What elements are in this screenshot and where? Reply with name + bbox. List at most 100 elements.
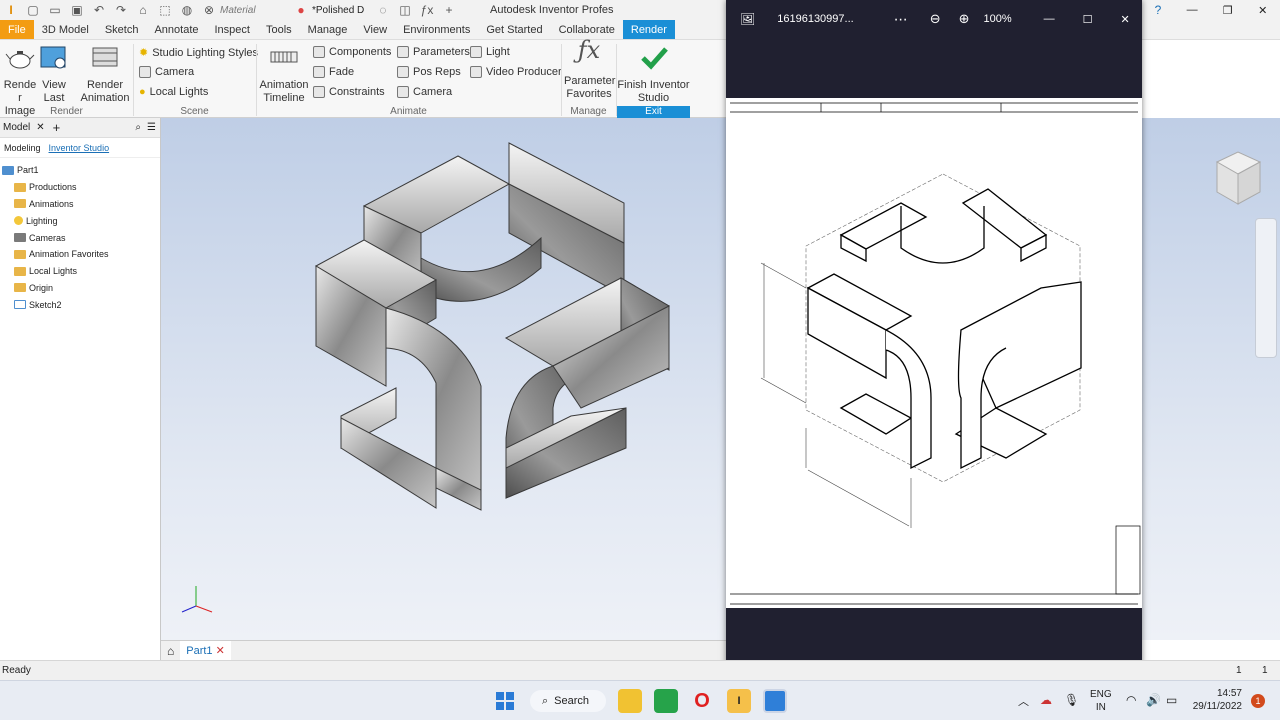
restore-icon[interactable]: ❐ xyxy=(1223,4,1233,17)
cube-model-render[interactable] xyxy=(161,118,727,640)
navigation-bar[interactable] xyxy=(1255,218,1277,358)
tab-inventor-studio[interactable]: Inventor Studio xyxy=(49,143,110,153)
more-icon[interactable]: ⋯ xyxy=(894,11,908,28)
light-button[interactable]: Light xyxy=(470,46,510,58)
wifi-icon[interactable]: ◠ xyxy=(1126,693,1136,707)
photos-taskbar-button[interactable] xyxy=(763,689,787,713)
tree-node-lighting[interactable]: Lighting xyxy=(0,212,160,229)
cloud-icon[interactable]: ☁ xyxy=(1040,693,1052,707)
panel-label-manage: Manage xyxy=(570,106,607,117)
inventor-taskbar-button[interactable]: I xyxy=(727,689,751,713)
status-text: Ready xyxy=(2,665,31,676)
tree-node-label: Part1 xyxy=(17,165,39,176)
tab-3d-model[interactable]: 3D Model xyxy=(34,20,97,39)
constraints-icon xyxy=(313,86,325,98)
tab-manage[interactable]: Manage xyxy=(300,20,356,39)
volume-icon[interactable]: 🔊 xyxy=(1146,693,1161,707)
add-icon[interactable]: + xyxy=(441,3,457,17)
tree-node-sketch2[interactable]: Sketch2 xyxy=(0,296,160,313)
home-icon[interactable]: ⌂ xyxy=(135,3,151,17)
menu-icon[interactable]: ☰ xyxy=(147,122,156,133)
search-button[interactable]: ⌕ Search xyxy=(530,690,606,712)
view-last-button[interactable]: View Last xyxy=(39,44,69,105)
language-indicator[interactable]: ENG IN xyxy=(1090,688,1112,714)
chevron-up-icon[interactable]: ︿ xyxy=(1018,693,1029,709)
save-icon[interactable]: ▣ xyxy=(69,3,85,17)
camera-animate-button[interactable]: Camera xyxy=(397,86,452,98)
close-icon[interactable]: ✕ xyxy=(1258,4,1267,17)
fade-button[interactable]: Fade xyxy=(313,66,354,78)
appearance-dropdown[interactable]: *Polished D xyxy=(312,5,372,16)
maximize-icon[interactable]: ☐ xyxy=(1083,13,1093,26)
zoom-out-icon[interactable]: ⊖ xyxy=(930,11,941,27)
video-producer-button[interactable]: Video Producer xyxy=(470,66,562,78)
undo-icon[interactable]: ↶ xyxy=(91,3,107,17)
tab-tools[interactable]: Tools xyxy=(258,20,300,39)
tab-view[interactable]: View xyxy=(355,20,395,39)
parameters-button[interactable]: Parameters xyxy=(397,46,470,58)
render-animation-button[interactable]: Render Animation xyxy=(80,44,130,105)
material-dropdown[interactable]: Material xyxy=(220,5,290,16)
parameter-favorites-button[interactable]: ƒx Parameter Favorites xyxy=(564,38,615,101)
adjust-icon[interactable]: ◫ xyxy=(397,3,413,17)
tab-file[interactable]: File xyxy=(0,20,34,39)
search-icon[interactable]: ⌕ xyxy=(135,122,141,133)
select-icon[interactable]: ⬚ xyxy=(157,3,173,17)
camera-button[interactable]: Camera xyxy=(139,66,194,78)
camtasia-button[interactable] xyxy=(654,689,678,713)
tree-node-animations[interactable]: Animations xyxy=(0,196,160,213)
start-button[interactable] xyxy=(493,689,517,713)
local-lights-button[interactable]: ● Local Lights xyxy=(139,86,208,98)
bulb-icon xyxy=(14,216,23,226)
3d-viewport[interactable] xyxy=(161,118,727,640)
new-file-icon[interactable]: ▢ xyxy=(25,3,41,17)
tab-sketch[interactable]: Sketch xyxy=(97,20,147,39)
microphone-icon[interactable]: 🎙 xyxy=(1064,693,1079,707)
doc-tab-part1[interactable]: Part1 ✕ xyxy=(180,640,231,661)
viewport-right[interactable] xyxy=(1142,118,1280,640)
tab-inspect[interactable]: Inspect xyxy=(207,20,258,39)
settings-icon[interactable]: ⊗ xyxy=(201,3,217,17)
tab-get-started[interactable]: Get Started xyxy=(478,20,550,39)
file-name: 16196130997... xyxy=(777,13,854,25)
home-icon[interactable]: ⌂ xyxy=(161,644,180,658)
fx-icon[interactable]: ƒx xyxy=(419,3,435,17)
tree-node-origin[interactable]: Origin xyxy=(0,280,160,297)
animation-timeline-button[interactable]: Animation Timeline xyxy=(259,44,309,105)
tree-node-local-lights[interactable]: Local Lights xyxy=(0,263,160,280)
close-icon[interactable]: ✕ xyxy=(216,645,225,657)
tab-modeling[interactable]: Modeling xyxy=(4,143,41,153)
zoom-in-icon[interactable]: ⊕ xyxy=(959,11,970,27)
pos-reps-button[interactable]: Pos Reps xyxy=(397,66,461,78)
help-icon[interactable]: ? xyxy=(1155,3,1162,17)
tree-node-productions[interactable]: Productions xyxy=(0,179,160,196)
tree-node-cameras[interactable]: Cameras xyxy=(0,229,160,246)
constraints-button[interactable]: Constraints xyxy=(313,86,385,98)
tree-node-part1[interactable]: Part1 xyxy=(0,162,160,179)
teapot-icon xyxy=(5,51,35,69)
clock[interactable]: 14:57 29/11/2022 xyxy=(1186,687,1242,713)
notification-badge[interactable]: 1 xyxy=(1251,694,1265,708)
minimize-icon[interactable]: — xyxy=(1044,13,1055,25)
clear-appearance-icon[interactable]: ◌ xyxy=(375,3,391,17)
tab-render[interactable]: Render xyxy=(622,20,675,39)
components-button[interactable]: Components xyxy=(313,46,391,58)
studio-lighting-styles-button[interactable]: ✹ Studio Lighting Styles xyxy=(139,46,258,60)
tree-node-animation-favorites[interactable]: Animation Favorites xyxy=(0,246,160,263)
open-folder-icon[interactable]: ▭ xyxy=(47,3,63,17)
tab-annotate[interactable]: Annotate xyxy=(146,20,206,39)
finish-inventor-studio-button[interactable]: Finish Inventor Studio xyxy=(617,44,690,105)
close-icon[interactable]: ✕ xyxy=(1121,13,1130,26)
file-explorer-button[interactable] xyxy=(618,689,642,713)
folder-icon xyxy=(14,283,26,293)
add-icon[interactable]: + xyxy=(53,120,61,135)
close-icon[interactable]: ✕ xyxy=(36,122,44,133)
redo-icon[interactable]: ↷ xyxy=(113,3,129,17)
minimize-icon[interactable]: — xyxy=(1187,4,1198,16)
opera-button[interactable]: O xyxy=(690,689,714,713)
isometric-drawing xyxy=(730,102,1141,605)
material-ball-icon[interactable]: ◍ xyxy=(179,3,195,17)
battery-icon[interactable]: ▭ xyxy=(1166,693,1177,707)
tab-environments[interactable]: Environments xyxy=(395,20,478,39)
pos-reps-icon xyxy=(397,66,409,78)
